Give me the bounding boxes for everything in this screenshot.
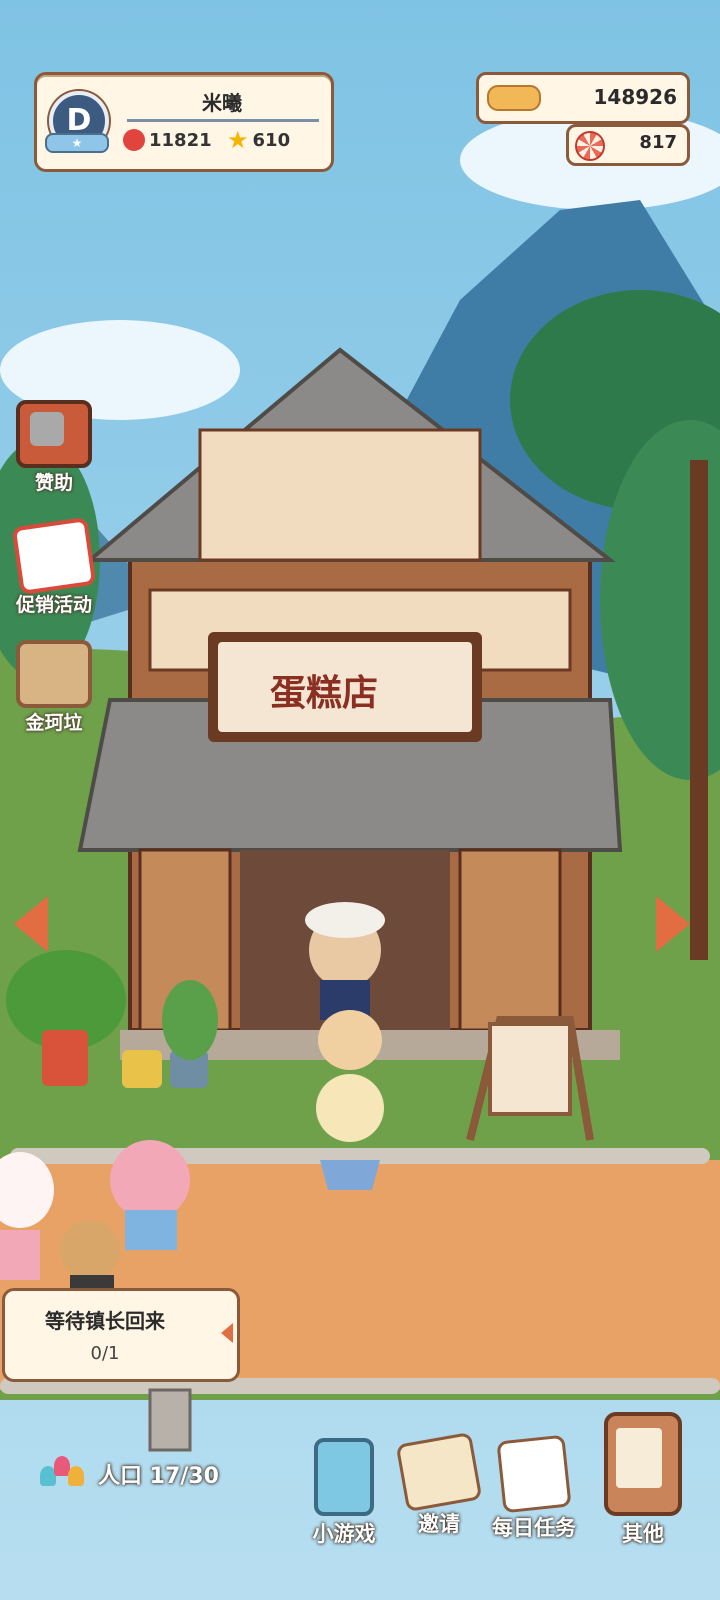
invite-button[interactable]: 邀请 — [394, 1431, 484, 1538]
task-progress: 0/1 — [90, 1343, 120, 1364]
promotion-button[interactable]: 促销活动 — [8, 517, 100, 617]
collapse-arrow-icon[interactable] — [221, 1323, 233, 1343]
menu-board-icon — [604, 1412, 682, 1516]
task-panel[interactable]: 等待镇长回来 0/1 — [2, 1288, 240, 1382]
lollipop-icon — [575, 131, 605, 161]
population-indicator: 人口 17/30 — [40, 1456, 219, 1492]
scroll-quill-icon — [395, 1431, 483, 1513]
bag-label: 金珂垃 — [25, 712, 83, 734]
daily-tasks-button[interactable]: 每日任务 — [484, 1434, 584, 1542]
bag-icon — [16, 640, 92, 708]
stars-stat: ★ 610 — [227, 126, 291, 154]
hearts-value: 11821 — [149, 129, 212, 151]
other-button[interactable]: 其他 — [598, 1412, 688, 1548]
bone-value: 148926 — [593, 85, 678, 109]
previous-arrow[interactable] — [14, 896, 48, 952]
sale-icon — [11, 517, 97, 595]
bone-icon — [487, 85, 541, 111]
stars-value: 610 — [252, 129, 291, 151]
player-name: 米曦 — [202, 91, 242, 115]
population-label: 人口 17/30 — [98, 1464, 219, 1489]
daily-tasks-label: 每日任务 — [492, 1516, 576, 1540]
candy-currency-panel[interactable]: 817 — [566, 124, 690, 166]
bag-button[interactable]: 金珂垃 — [8, 640, 100, 735]
name-divider — [127, 119, 319, 122]
sponsor-label: 赞助 — [34, 472, 73, 494]
promotion-label: 促销活动 — [15, 594, 92, 616]
flower-icon — [40, 1456, 88, 1492]
hearts-stat: 11821 — [123, 129, 212, 151]
heart-icon — [123, 129, 145, 151]
player-profile-panel[interactable]: D ★ 米曦 11821 ★ 610 — [34, 72, 334, 172]
sponsor-button[interactable]: 赞助 — [8, 400, 100, 495]
star-icon: ★ — [227, 126, 249, 154]
minigame-button[interactable]: 小游戏 — [304, 1438, 384, 1548]
tv-icon — [16, 400, 92, 468]
shop-sign: 蛋糕店 — [270, 673, 379, 714]
gameboy-icon — [314, 1438, 374, 1516]
candy-value: 817 — [639, 132, 677, 153]
minigame-label: 小游戏 — [312, 1522, 376, 1546]
checklist-icon — [496, 1434, 572, 1514]
task-title: 等待镇长回来 — [45, 1309, 165, 1333]
level-star-icon: ★ — [45, 133, 109, 153]
other-label: 其他 — [622, 1522, 664, 1546]
invite-label: 邀请 — [418, 1512, 460, 1536]
next-arrow[interactable] — [656, 896, 690, 952]
bone-currency-panel[interactable]: 148926 — [476, 72, 690, 124]
